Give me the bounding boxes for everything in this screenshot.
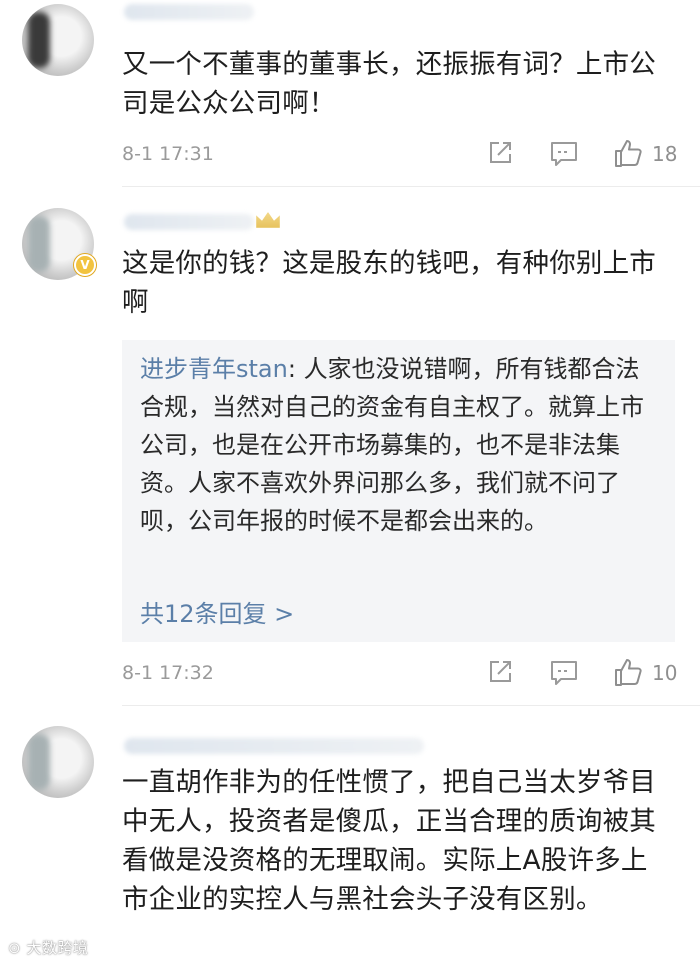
comment-item: 又一个不董事的董事长，还振振有词？上市公司是公众公司啊！ 8-1 17:31 1… xyxy=(0,0,700,190)
view-more-replies-link[interactable]: 共12条回复 > xyxy=(140,594,294,629)
username[interactable] xyxy=(124,4,254,20)
reply-text: 进步青年stan: 人家也没说错啊，所有钱都合法合规，当然对自己的资金有自主权了… xyxy=(140,350,660,540)
verified-badge-icon: V xyxy=(74,254,96,276)
like-count: 18 xyxy=(652,142,678,166)
like-button[interactable] xyxy=(612,656,644,688)
comment-text: 这是你的钱？这是股东的钱吧，有种你别上市啊 xyxy=(122,248,656,318)
watermark: ⊙ 大数跨境 xyxy=(8,939,89,957)
comment-icon xyxy=(551,661,577,685)
comment-text: 一直胡作非为的任性惯了，把自己当太岁爷目中无人，投资者是傻瓜，正当合理的质询被其… xyxy=(122,767,656,915)
avatar[interactable] xyxy=(22,4,94,76)
comment-timestamp: 8-1 17:32 xyxy=(122,662,214,684)
comment-item: 一直胡作非为的任性惯了，把自己当太岁爷目中无人，投资者是傻瓜，正当合理的质询被其… xyxy=(0,706,700,963)
reply-button[interactable] xyxy=(549,659,579,687)
avatar[interactable] xyxy=(22,726,94,798)
divider xyxy=(122,186,700,187)
share-button[interactable] xyxy=(486,139,514,167)
reply-preview[interactable]: 进步青年stan: 人家也没说错啊，所有钱都合法合规，当然对自己的资金有自主权了… xyxy=(122,340,675,642)
thumbs-up-icon xyxy=(615,140,642,167)
comment-timestamp: 8-1 17:31 xyxy=(122,143,214,165)
comment-icon xyxy=(551,142,577,166)
reply-author[interactable]: 进步青年stan xyxy=(140,355,288,383)
thumbs-up-icon xyxy=(615,659,642,686)
comment-item: V 这是你的钱？这是股东的钱吧，有种你别上市啊 进步青年stan: 人家也没说错… xyxy=(0,190,700,706)
share-icon xyxy=(490,661,511,682)
comment-text: 又一个不董事的董事长，还振振有词？上市公司是公众公司啊！ xyxy=(122,49,656,119)
share-button[interactable] xyxy=(486,658,514,686)
reply-button[interactable] xyxy=(549,140,579,168)
share-icon xyxy=(490,142,511,163)
crown-icon xyxy=(256,212,280,228)
username[interactable] xyxy=(124,214,254,230)
username[interactable] xyxy=(124,738,424,754)
like-count: 10 xyxy=(652,661,678,685)
like-button[interactable] xyxy=(612,137,644,169)
reply-separator: : xyxy=(287,355,304,383)
